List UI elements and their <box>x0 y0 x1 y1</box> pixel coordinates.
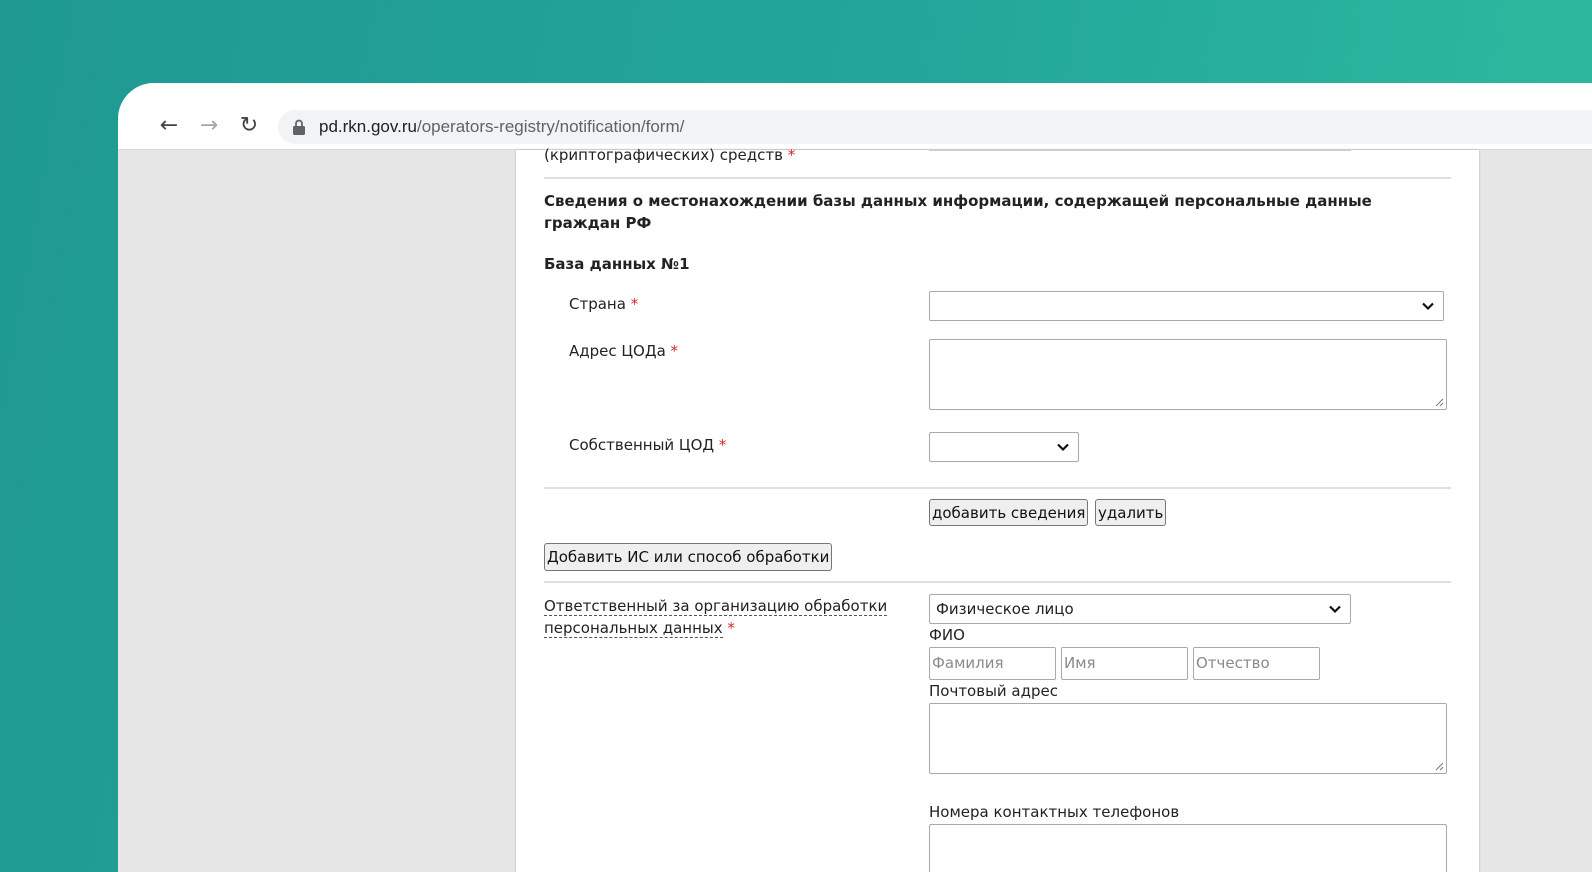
divider <box>544 177 1451 179</box>
phones-textarea[interactable] <box>929 824 1447 872</box>
url-path: /operators-registry/notification/form/ <box>416 117 685 136</box>
surname-input[interactable]: Фамилия <box>929 647 1056 680</box>
chevron-down-icon <box>1057 443 1069 452</box>
postal-address-label: Почтовый адрес <box>929 682 1058 700</box>
url-text: pd.rkn.gov.ru/operators-registry/notific… <box>319 110 684 144</box>
postal-address-textarea[interactable] <box>929 703 1447 774</box>
divider <box>544 581 1451 583</box>
section-title-line1: Сведения о местонахождении базы данных и… <box>544 192 1372 210</box>
browser-window: ← → ↻ pd.rkn.gov.ru/operators-registry/n… <box>118 83 1592 872</box>
divider <box>544 487 1451 489</box>
cut-field-input-edge <box>929 150 1351 151</box>
lock-icon <box>293 119 305 135</box>
country-label: Страна * <box>569 295 639 313</box>
responsible-label-line1: Ответственный за организацию обработки <box>544 597 888 616</box>
address-bar[interactable]: pd.rkn.gov.ru/operators-registry/notific… <box>278 110 1592 144</box>
patronymic-input[interactable]: Отчество <box>1193 647 1320 680</box>
url-host: pd.rkn.gov.ru <box>319 117 417 136</box>
responsible-label-line2: персональных данных * <box>544 619 735 638</box>
name-placeholder: Имя <box>1064 654 1096 672</box>
resize-grip-icon[interactable] <box>1435 762 1444 771</box>
surname-placeholder: Фамилия <box>932 654 1004 672</box>
database-title: База данных №1 <box>544 255 690 273</box>
back-arrow-icon[interactable]: ← <box>156 113 182 139</box>
country-select[interactable] <box>929 291 1444 321</box>
form-page: (криптографических) средств * Сведения о… <box>516 146 1479 872</box>
add-is-button[interactable]: Добавить ИС или способ обработки <box>544 543 833 571</box>
reload-icon[interactable]: ↻ <box>236 113 262 139</box>
browser-toolbar: ← → ↻ pd.rkn.gov.ru/operators-registry/n… <box>118 83 1592 150</box>
delete-button[interactable]: удалить <box>1095 499 1167 526</box>
cod-address-textarea[interactable] <box>929 339 1447 410</box>
cod-address-label: Адрес ЦОДа * <box>569 342 679 360</box>
own-cod-select[interactable] <box>929 432 1079 462</box>
responsible-type-value: Физическое лицо <box>936 600 1074 618</box>
responsible-type-select[interactable]: Физическое лицо <box>929 594 1351 624</box>
chevron-down-icon <box>1329 605 1341 614</box>
forward-arrow-icon[interactable]: → <box>196 113 222 139</box>
patronymic-placeholder: Отчество <box>1196 654 1270 672</box>
resize-grip-icon[interactable] <box>1435 398 1444 407</box>
name-input[interactable]: Имя <box>1061 647 1188 680</box>
own-cod-label: Собственный ЦОД * <box>569 436 727 454</box>
section-title-line2: граждан РФ <box>544 214 652 232</box>
cut-field-label: (криптографических) средств * <box>544 146 796 164</box>
fio-label: ФИО <box>929 626 965 644</box>
phones-label: Номера контактных телефонов <box>929 803 1180 821</box>
chevron-down-icon <box>1422 302 1434 311</box>
add-info-button[interactable]: добавить сведения <box>929 499 1089 526</box>
